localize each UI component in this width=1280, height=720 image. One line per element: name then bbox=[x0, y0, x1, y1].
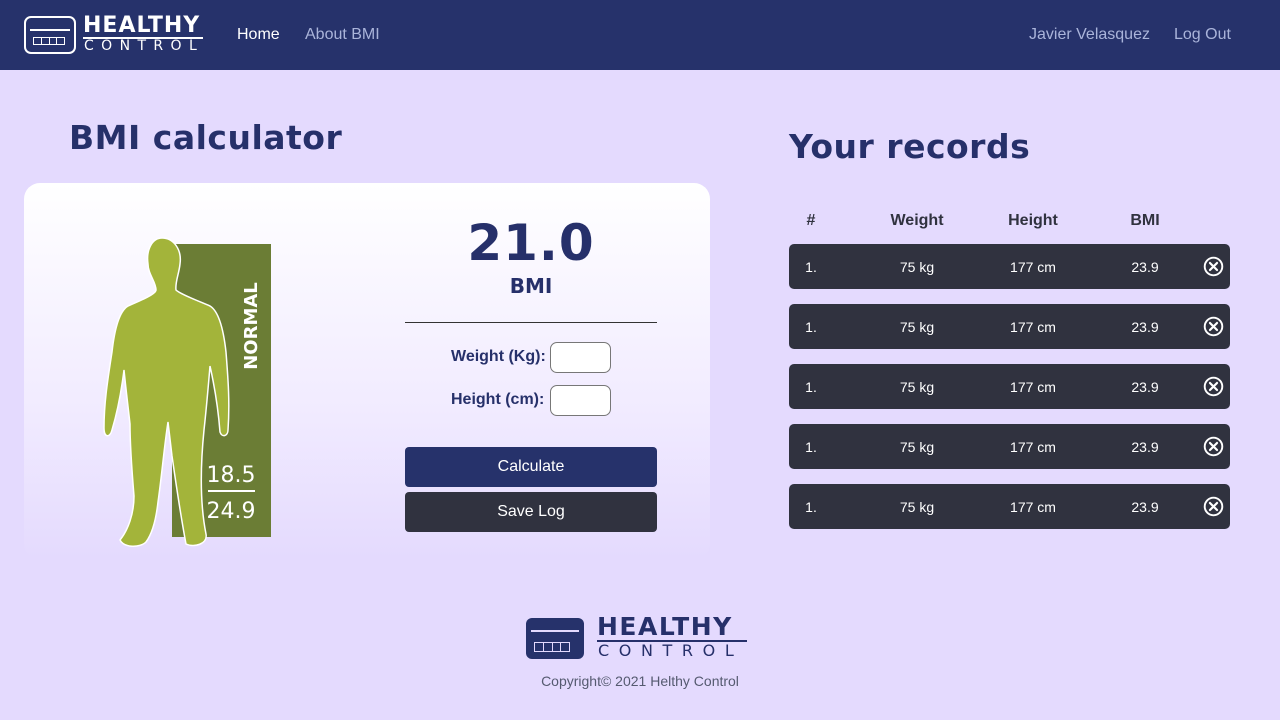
bmi-value: 21.0 bbox=[467, 214, 595, 272]
record-height: 177 cm bbox=[1010, 499, 1056, 515]
calculate-button[interactable]: Calculate bbox=[405, 447, 657, 487]
delete-record-icon[interactable] bbox=[1203, 256, 1224, 277]
navbar: HEALTHY CONTROL Home About BMI Javier Ve… bbox=[0, 0, 1280, 70]
record-number: 1. bbox=[805, 439, 817, 455]
record-weight: 75 kg bbox=[899, 379, 935, 395]
nav-user-link[interactable]: Javier Velasquez bbox=[1029, 25, 1150, 45]
normal-label: NORMAL bbox=[241, 282, 262, 370]
record-bmi: 23.9 bbox=[1131, 499, 1159, 515]
range-low-label: 18.5 bbox=[207, 463, 256, 488]
calculator-title: BMI calculator bbox=[69, 118, 343, 157]
column-header-weight: Weight bbox=[890, 212, 944, 229]
record-row: 1. 75 kg 177 cm 23.9 bbox=[789, 304, 1230, 349]
records-title: Your records bbox=[789, 127, 1031, 166]
footer-brand-subname: CONTROL bbox=[598, 641, 744, 660]
record-number: 1. bbox=[805, 379, 817, 395]
height-input[interactable] bbox=[550, 385, 611, 416]
record-weight: 75 kg bbox=[899, 439, 935, 455]
delete-record-icon[interactable] bbox=[1203, 496, 1224, 517]
save-log-button[interactable]: Save Log bbox=[405, 492, 657, 532]
divider bbox=[405, 322, 657, 323]
brand-logo[interactable]: HEALTHY CONTROL bbox=[24, 13, 205, 56]
record-number: 1. bbox=[805, 499, 817, 515]
record-row: 1. 75 kg 177 cm 23.9 bbox=[789, 364, 1230, 409]
delete-record-icon[interactable] bbox=[1203, 376, 1224, 397]
record-bmi: 23.9 bbox=[1131, 319, 1159, 335]
copyright-text: Copyright© 2021 Helthy Control bbox=[541, 673, 739, 689]
footer-logo: HEALTHY CONTROL bbox=[526, 612, 750, 661]
brand-name: HEALTHY bbox=[83, 13, 201, 38]
scale-icon bbox=[526, 618, 584, 659]
record-weight: 75 kg bbox=[899, 319, 935, 335]
record-row: 1. 75 kg 177 cm 23.9 bbox=[789, 484, 1230, 529]
record-bmi: 23.9 bbox=[1131, 379, 1159, 395]
logout-link[interactable]: Log Out bbox=[1174, 25, 1231, 45]
column-header-bmi: BMI bbox=[1130, 212, 1160, 229]
range-high-label: 24.9 bbox=[207, 499, 256, 524]
scale-icon bbox=[24, 16, 76, 54]
column-header-height: Height bbox=[1008, 212, 1058, 229]
record-bmi: 23.9 bbox=[1131, 259, 1159, 275]
footer-brand-name: HEALTHY bbox=[597, 612, 733, 641]
record-bmi: 23.9 bbox=[1131, 439, 1159, 455]
record-number: 1. bbox=[805, 319, 817, 335]
bmi-unit-label: BMI bbox=[509, 274, 553, 298]
column-header-number: # bbox=[806, 212, 816, 229]
record-number: 1. bbox=[805, 259, 817, 275]
weight-input[interactable] bbox=[550, 342, 611, 373]
record-height: 177 cm bbox=[1010, 439, 1056, 455]
record-height: 177 cm bbox=[1010, 259, 1056, 275]
delete-record-icon[interactable] bbox=[1203, 436, 1224, 457]
body-figure-illustration: NORMAL 18.5 24.9 bbox=[103, 237, 271, 547]
range-divider bbox=[208, 490, 255, 492]
weight-label: Weight (Kg): bbox=[451, 348, 546, 365]
record-row: 1. 75 kg 177 cm 23.9 bbox=[789, 244, 1230, 289]
height-label: Height (cm): bbox=[451, 391, 545, 408]
delete-record-icon[interactable] bbox=[1203, 316, 1224, 337]
record-weight: 75 kg bbox=[899, 499, 935, 515]
record-weight: 75 kg bbox=[899, 259, 935, 275]
record-height: 177 cm bbox=[1010, 379, 1056, 395]
nav-about-link[interactable]: About BMI bbox=[305, 25, 380, 45]
record-row: 1. 75 kg 177 cm 23.9 bbox=[789, 424, 1230, 469]
brand-subname: CONTROL bbox=[84, 38, 205, 54]
nav-home-link[interactable]: Home bbox=[237, 25, 280, 45]
record-height: 177 cm bbox=[1010, 319, 1056, 335]
